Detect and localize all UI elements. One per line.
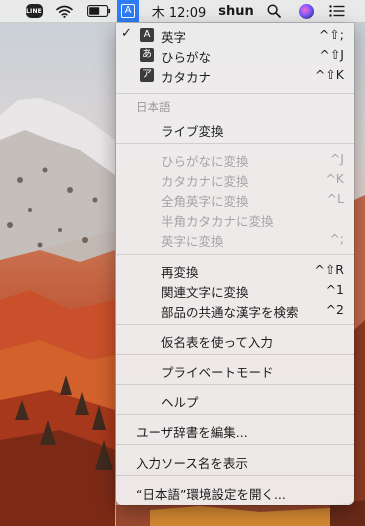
menu-separator: [116, 384, 354, 385]
menu-item-label: 半角カタカナに変換: [161, 214, 274, 229]
menu-separator: [116, 414, 354, 415]
user-menu[interactable]: shun: [216, 0, 256, 22]
katakana-mode-icon: ア: [140, 68, 154, 82]
menu-item-convert-halfwidth-katakana: 半角カタカナに変換: [116, 209, 354, 229]
menu-item-search-kanji[interactable]: 部品の共通な漢字を検索 ^2: [116, 300, 354, 320]
menu-bar-clock[interactable]: 木 12:09: [148, 0, 210, 22]
menu-separator: [116, 93, 354, 94]
line-icon-label: LINE: [25, 4, 43, 18]
menu-item-help[interactable]: ヘルプ: [116, 390, 354, 410]
menu-item-shortcut: ^;: [329, 231, 344, 246]
spotlight-search-icon[interactable]: [264, 0, 284, 22]
search-glyph: [267, 4, 281, 18]
menu-item-convert-katakana: カタカナに変換 ^K: [116, 169, 354, 189]
menu-item-live-conversion[interactable]: ライブ変換: [116, 119, 354, 139]
wifi-icon[interactable]: [53, 0, 75, 22]
menu-separator: [116, 324, 354, 325]
menu-item-label: ひらがな: [161, 50, 212, 65]
desktop: LINE A 木 12:09 shun ✓ A 英字 ^⇧; あ ひらがな ^⇧…: [0, 0, 365, 526]
menu-item-convert-eiji: 英字に変換 ^;: [116, 229, 354, 249]
section-header-japanese: 日本語: [136, 100, 171, 114]
menu-item-convert-fullwidth: 全角英字に変換 ^L: [116, 189, 354, 209]
menu-item-label: カタカナ: [161, 70, 212, 85]
menu-item-shortcut: ^K: [325, 171, 344, 186]
wifi-glyph: [55, 5, 73, 18]
menu-item-label: 入力ソース名を表示: [136, 456, 248, 471]
menu-item-shortcut: ^⇧K: [314, 67, 344, 82]
input-source-menu[interactable]: A: [117, 0, 139, 22]
menu-item-open-preferences[interactable]: “日本語”環境設定を開く...: [116, 482, 354, 502]
menu-bar: LINE A 木 12:09 shun: [0, 0, 365, 23]
menu-item-reconvert[interactable]: 再変換 ^⇧R: [116, 260, 354, 280]
menu-item-label: 英字: [161, 30, 187, 45]
menu-item-shortcut: ^J: [329, 151, 344, 166]
menu-item-label: カタカナに変換: [161, 174, 249, 189]
menu-item-shortcut: ^2: [325, 302, 344, 317]
list-glyph: [329, 5, 345, 17]
menu-item-label: “日本語”環境設定を開く...: [136, 487, 286, 502]
menu-item-shortcut: ^L: [326, 191, 344, 206]
menu-item-hiragana[interactable]: あ ひらがな ^⇧J: [116, 45, 354, 65]
menu-separator: [116, 254, 354, 255]
menu-item-kana-table[interactable]: 仮名表を使って入力: [116, 330, 354, 350]
menu-item-shortcut: ^⇧J: [319, 47, 344, 62]
menu-item-label: ユーザ辞書を編集...: [136, 425, 248, 440]
input-source-indicator: A: [121, 4, 135, 18]
menu-item-eiji[interactable]: ✓ A 英字 ^⇧;: [116, 25, 354, 45]
line-app-icon[interactable]: LINE: [24, 0, 44, 22]
menu-item-label: 仮名表を使って入力: [161, 335, 273, 350]
input-source-dropdown: ✓ A 英字 ^⇧; あ ひらがな ^⇧J ア カタカナ ^⇧K 日本語 ライブ…: [116, 23, 354, 505]
battery-glyph: [87, 5, 111, 17]
menu-item-show-source-name[interactable]: 入力ソース名を表示: [116, 451, 354, 471]
siri-orb: [298, 3, 314, 19]
menu-item-private-mode[interactable]: プライベートモード: [116, 360, 354, 380]
menu-item-katakana[interactable]: ア カタカナ ^⇧K: [116, 65, 354, 85]
menu-item-shortcut: ^⇧;: [318, 27, 344, 42]
battery-icon[interactable]: [86, 0, 112, 22]
menu-item-label: ライブ変換: [161, 124, 224, 139]
menu-item-label: 全角英字に変換: [161, 194, 249, 209]
eiji-mode-icon: A: [140, 28, 154, 42]
menu-item-label: プライベートモード: [161, 365, 274, 380]
menu-item-edit-dictionary[interactable]: ユーザ辞書を編集...: [116, 420, 354, 440]
checkmark-icon: ✓: [121, 26, 132, 41]
menu-item-label: ヘルプ: [161, 395, 199, 410]
siri-icon[interactable]: [296, 0, 316, 22]
menu-item-shortcut: ^1: [325, 282, 344, 297]
menu-separator: [116, 475, 354, 476]
menu-item-label: 関連文字に変換: [161, 285, 249, 300]
menu-item-shortcut: ^⇧R: [314, 262, 344, 277]
notification-center-icon[interactable]: [326, 0, 348, 22]
menu-item-convert-hiragana: ひらがなに変換 ^J: [116, 149, 354, 169]
menu-item-label: 部品の共通な漢字を検索: [161, 305, 299, 320]
menu-separator: [116, 354, 354, 355]
menu-item-label: 英字に変換: [161, 234, 224, 249]
menu-item-label: 再変換: [161, 265, 199, 280]
menu-separator: [116, 143, 354, 144]
menu-separator: [116, 444, 354, 445]
menu-item-related-chars[interactable]: 関連文字に変換 ^1: [116, 280, 354, 300]
hiragana-mode-icon: あ: [140, 48, 154, 62]
menu-item-label: ひらがなに変換: [161, 154, 249, 169]
